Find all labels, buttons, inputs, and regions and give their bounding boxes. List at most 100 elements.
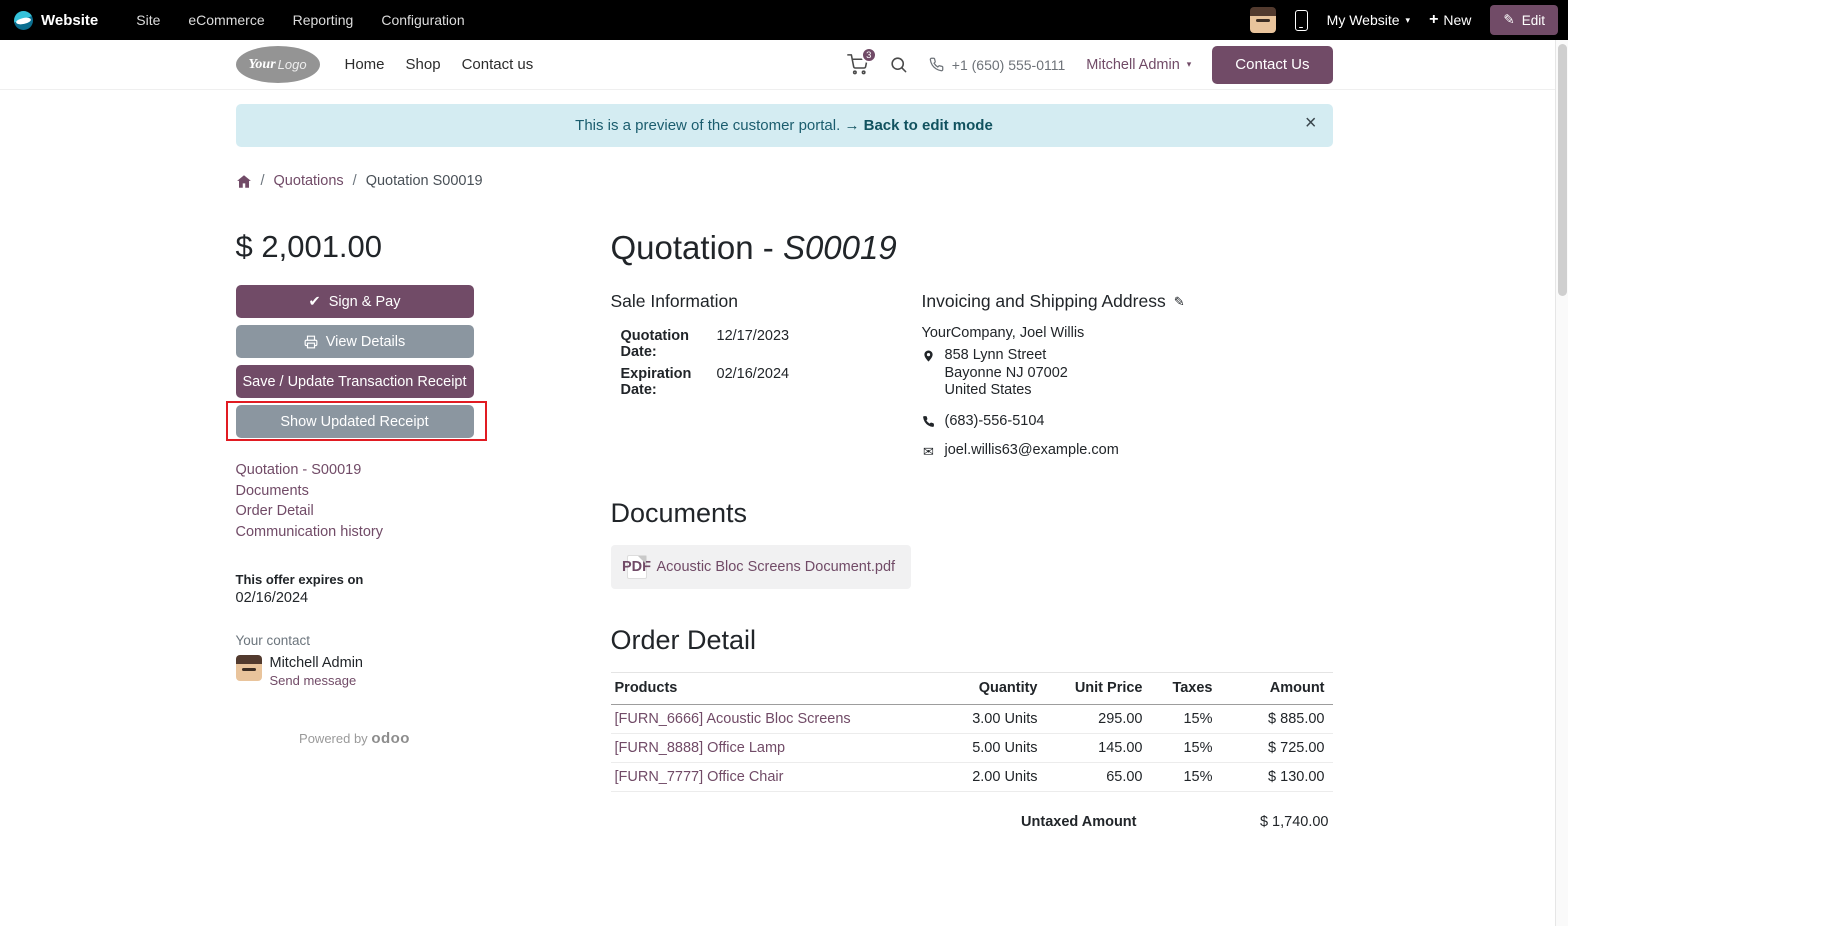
header-phone[interactable]: +1 (650) 555-0111 [929, 57, 1065, 73]
save-update-receipt-button[interactable]: Save / Update Transaction Receipt [235, 365, 474, 398]
pdf-file-icon: PDF [622, 554, 651, 579]
browser-page: Website Site eCommerce Reporting Configu… [0, 0, 1568, 926]
show-updated-receipt-button[interactable]: Show Updated Receipt [235, 405, 474, 438]
odoo-admin-bar: Website Site eCommerce Reporting Configu… [0, 0, 1568, 40]
col-taxes: Taxes [1150, 671, 1221, 705]
untaxed-amount-row: Untaxed Amount $ 1,740.00 [611, 802, 1333, 830]
order-detail-heading: Order Detail [610, 624, 757, 655]
scrollbar-thumb[interactable] [1557, 44, 1567, 296]
invoicing-shipping-section: Invoicing and Shipping Address ✎ YourCom… [922, 291, 1333, 460]
envelope-icon: ✉ [923, 443, 934, 459]
phone-icon [929, 57, 944, 72]
untaxed-amount-label: Untaxed Amount [1021, 813, 1137, 830]
portal-preview-alert: This is a preview of the customer portal… [235, 104, 1333, 147]
document-filename: Acoustic Bloc Screens Document.pdf [656, 558, 896, 575]
address-street-block: 858 Lynn Street Bayonne NJ 07002 United … [922, 347, 1333, 400]
back-to-edit-link[interactable]: Back to edit mode [864, 117, 993, 134]
arrow-right-icon: → [844, 117, 860, 134]
search-button[interactable] [889, 55, 908, 74]
nav-shop[interactable]: Shop [406, 56, 441, 73]
phone-icon [923, 415, 934, 427]
cart-button[interactable]: 3 [846, 47, 877, 75]
new-button[interactable]: + New [1429, 11, 1471, 29]
quotation-sidebar: $ 2,001.00 ✔ Sign & Pay View Details Sav… [225, 229, 487, 830]
col-products: Products [610, 671, 931, 705]
chevron-down-icon: ▾ [1405, 14, 1411, 25]
site-nav: Home Shop Contact us [345, 56, 534, 73]
address-email-row: ✉ joel.willis63@example.com [923, 441, 1119, 459]
printer-icon [304, 335, 318, 348]
sidebar-anchor-links: Quotation - S00019 Documents Order Detai… [236, 460, 474, 542]
table-row: [FURN_6666] Acoustic Bloc Screens 3.00 U… [610, 704, 1333, 734]
quotation-main: Quotation - S00019 Sale Information Quot… [610, 229, 1333, 830]
admin-menu-site[interactable]: Site [136, 12, 160, 28]
order-lines-table: Products Quantity Unit Price Taxes Amoun… [610, 671, 1333, 792]
table-row: [FURN_8888] Office Lamp 5.00 Units 145.0… [610, 733, 1333, 763]
admin-menus: Site eCommerce Reporting Configuration [136, 12, 464, 28]
address-heading: Invoicing and Shipping Address [921, 291, 1166, 311]
odoo-logo-text: odoo [371, 730, 410, 747]
view-details-button[interactable]: View Details [235, 325, 474, 358]
odoo-website-logo-icon [14, 10, 33, 30]
breadcrumb: / Quotations / Quotation S00019 [236, 173, 1333, 189]
admin-brand: Website [41, 11, 99, 29]
sign-pay-button[interactable]: ✔ Sign & Pay [235, 285, 474, 318]
admin-menu-reporting[interactable]: Reporting [293, 12, 354, 28]
site-header: Your Logo Home Shop Contact us 3 +1 (650… [0, 40, 1568, 90]
admin-menu-configuration[interactable]: Configuration [381, 12, 464, 28]
pencil-icon: ✎ [1503, 12, 1515, 27]
sale-information-heading: Sale Information [610, 291, 738, 311]
annotated-button-wrapper: Show Updated Receipt [225, 401, 487, 441]
check-icon: ✔ [308, 293, 321, 310]
user-avatar[interactable] [1249, 7, 1276, 33]
alert-text: This is a preview of the customer portal… [575, 117, 841, 134]
product-link[interactable]: [FURN_6666] Acoustic Bloc Screens [615, 711, 851, 727]
map-pin-icon [924, 350, 933, 362]
quotation-total-amount: $ 2,001.00 [235, 229, 383, 264]
untaxed-amount-value: $ 1,740.00 [1259, 813, 1329, 830]
breadcrumb-current: Quotation S00019 [365, 173, 483, 189]
col-quantity: Quantity [930, 671, 1046, 705]
contact-us-button[interactable]: Contact Us [1212, 45, 1333, 84]
product-link[interactable]: [FURN_7777] Office Chair [615, 769, 784, 785]
offer-expires-label: This offer expires on [235, 572, 364, 587]
my-website-dropdown[interactable]: My Website ▾ [1327, 12, 1410, 28]
admin-menu-ecommerce[interactable]: eCommerce [188, 12, 264, 28]
product-link[interactable]: [FURN_8888] Office Lamp [615, 740, 786, 756]
send-message-link[interactable]: Send message [270, 673, 357, 688]
quotation-date-row: Quotation Date: 12/17/2023 [620, 328, 790, 360]
col-unit-price: Unit Price [1045, 671, 1151, 705]
edit-button[interactable]: ✎ Edit [1490, 5, 1558, 35]
sidebar-link-communication-history[interactable]: Communication history [236, 522, 474, 543]
chevron-down-icon: ▾ [1186, 59, 1192, 69]
table-header-row: Products Quantity Unit Price Taxes Amoun… [610, 671, 1333, 705]
expiration-date-row: Expiration Date: 02/16/2024 [620, 366, 790, 398]
nav-home[interactable]: Home [345, 56, 385, 73]
contact-avatar [235, 655, 262, 681]
document-attachment[interactable]: PDF Acoustic Bloc Screens Document.pdf [610, 544, 912, 589]
documents-heading: Documents [610, 497, 748, 528]
sidebar-link-documents[interactable]: Documents [236, 481, 474, 502]
home-icon [236, 174, 251, 188]
sale-information-section: Sale Information Quotation Date: 12/17/2… [611, 291, 922, 460]
plus-icon: + [1429, 11, 1439, 28]
cart-count-badge: 3 [860, 47, 877, 63]
your-contact-label: Your contact [235, 633, 311, 648]
edit-address-pencil-icon[interactable]: ✎ [1174, 294, 1185, 310]
sidebar-link-order-detail[interactable]: Order Detail [236, 501, 474, 522]
nav-contact-us[interactable]: Contact us [462, 56, 534, 73]
header-user-dropdown[interactable]: Mitchell Admin ▾ [1086, 57, 1191, 73]
home-breadcrumb-link[interactable] [236, 174, 252, 189]
address-phone-row: (683)-556-5104 [922, 413, 1333, 429]
breadcrumb-quotations[interactable]: Quotations [274, 173, 344, 189]
powered-by: Powered by odoo [299, 730, 410, 747]
close-icon[interactable]: × [1305, 113, 1317, 133]
mobile-preview-icon[interactable] [1294, 9, 1308, 31]
sidebar-link-quotation[interactable]: Quotation - S00019 [236, 460, 474, 481]
offer-expires-date: 02/16/2024 [235, 590, 309, 606]
site-logo[interactable]: Your Logo [235, 46, 320, 83]
page-title: Quotation - S00019 [610, 229, 897, 266]
col-amount: Amount [1220, 671, 1333, 705]
address-company: YourCompany, Joel Willis [921, 325, 1085, 341]
vertical-scrollbar[interactable] [1555, 40, 1568, 926]
